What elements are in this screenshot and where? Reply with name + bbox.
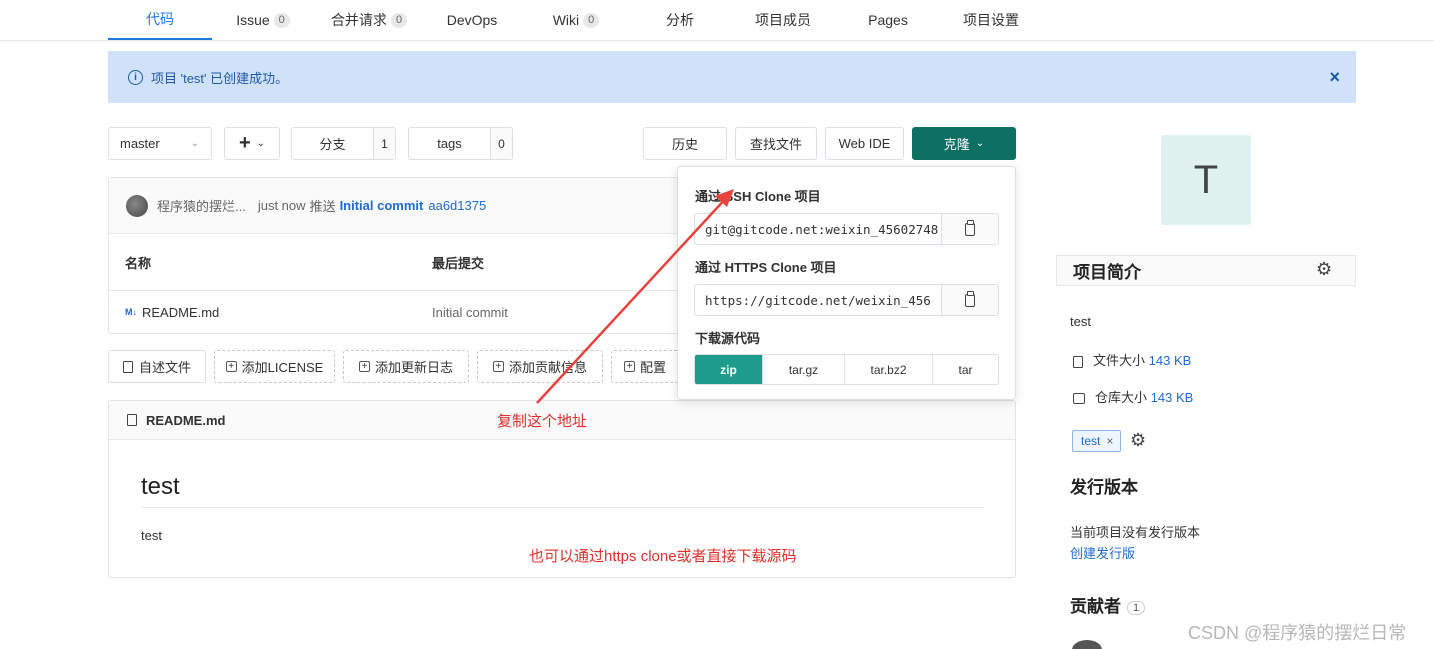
file-icon	[1073, 355, 1083, 368]
gear-icon[interactable]: ⚙	[1130, 430, 1146, 451]
about-header: 项目简介	[1056, 255, 1356, 286]
file-size-row: 文件大小 143 KB	[1070, 350, 1191, 369]
annotation-https-hint: 也可以通过https clone或者直接下载源码	[529, 548, 797, 565]
storage-icon	[1073, 393, 1085, 405]
repo-size-row: 仓库大小 143 KB	[1070, 387, 1193, 406]
project-description: test	[1070, 314, 1091, 329]
topic-tag[interactable]: test ×	[1072, 430, 1122, 452]
annotation-copy-address: 复制这个地址	[497, 413, 588, 430]
create-release-link[interactable]: 创建发行版	[1070, 543, 1135, 562]
no-releases-text: 当前项目没有发行版本	[1070, 525, 1201, 540]
watermark: CSDN @程序猿的摆烂日常	[1188, 623, 1407, 643]
contributors-header: 贡献者 1	[1070, 592, 1146, 617]
releases-title: 发行版本	[1070, 478, 1138, 497]
contributors-count-badge: 1	[1127, 600, 1146, 615]
file-size-value[interactable]: 143 KB	[1149, 353, 1192, 368]
close-icon[interactable]: ×	[1106, 434, 1113, 448]
repo-size-value[interactable]: 143 KB	[1151, 390, 1194, 405]
about-title: 项目简介	[1073, 263, 1141, 282]
gear-icon[interactable]: ⚙	[1316, 259, 1332, 280]
project-avatar: T	[1161, 135, 1251, 225]
